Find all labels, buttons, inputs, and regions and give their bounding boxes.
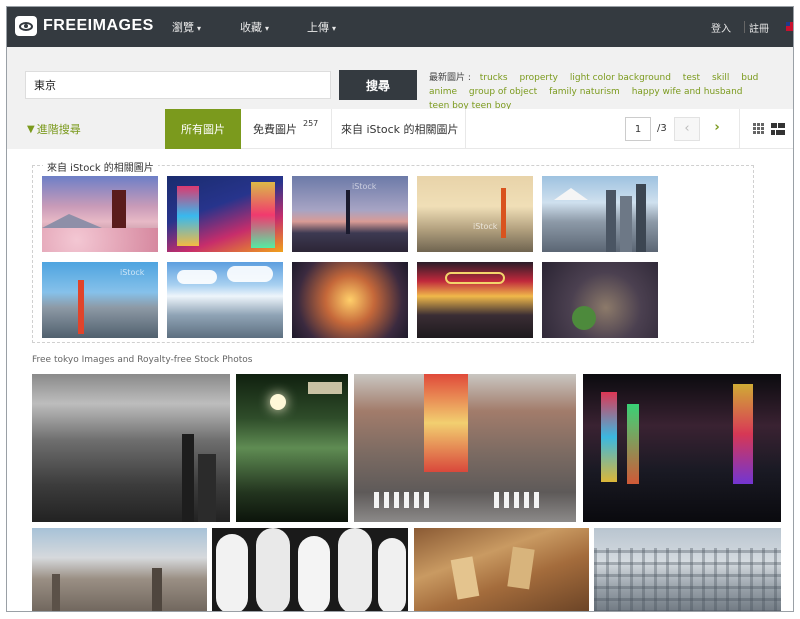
page-number-input[interactable] [625, 117, 651, 141]
site-logo[interactable]: FREEIMAGES [15, 16, 154, 36]
tab-all-images[interactable]: 所有圖片 [165, 109, 241, 149]
prev-page-button[interactable]: ‹ [674, 117, 700, 141]
free-image-thumbnail[interactable] [354, 374, 576, 522]
free-count-badge: 257 [303, 118, 319, 128]
caret-down-icon: ▾ [332, 24, 337, 33]
search-button[interactable]: 搜尋 [339, 70, 417, 100]
latest-tag[interactable]: group of object [469, 87, 537, 97]
next-page-button[interactable]: › [707, 117, 727, 141]
latest-images-tags: 最新圖片 : trucks property light color backg… [429, 71, 779, 113]
istock-thumbnail[interactable]: iStock [292, 176, 408, 252]
browser-frame: FREEIMAGES 瀏覽▾ 收藏▾ 上傳▾ 登入 註冊 搜尋 最新圖片 : t… [6, 6, 794, 612]
istock-thumbnail[interactable]: iStock [417, 176, 533, 252]
page-total: /3 [657, 123, 667, 134]
grid-view-icon[interactable] [753, 123, 765, 135]
camera-eye-icon [15, 16, 37, 36]
istock-section-title: 來自 iStock 的相關圖片 [43, 159, 158, 174]
latest-tag[interactable]: anime [429, 87, 457, 97]
language-flag-icon[interactable] [786, 22, 793, 31]
istock-thumbnail[interactable] [42, 176, 158, 252]
free-image-thumbnail[interactable] [32, 528, 207, 611]
istock-thumbnail[interactable] [292, 262, 408, 338]
free-image-thumbnail[interactable] [212, 528, 408, 611]
istock-thumbnail[interactable]: iStock [42, 262, 158, 338]
istock-watermark: iStock [120, 268, 145, 277]
istock-thumbnail[interactable] [167, 262, 283, 338]
tab-free-label: 免費圖片 [253, 123, 297, 136]
latest-tag[interactable]: happy wife and husband [632, 87, 743, 97]
browse-menu[interactable]: 瀏覽 ▾ [172, 19, 201, 35]
search-input[interactable] [25, 71, 331, 99]
caret-down-icon: ▾ [197, 24, 202, 33]
free-image-thumbnail[interactable] [236, 374, 348, 522]
istock-watermark: iStock [352, 182, 377, 191]
istock-watermark: iStock [473, 222, 498, 231]
tab-divider [331, 109, 332, 149]
latest-tag[interactable]: light color background [570, 73, 671, 83]
free-image-thumbnail[interactable] [32, 374, 230, 522]
tab-istock-related[interactable]: 來自 iStock 的相關圖片 [341, 109, 459, 149]
collections-menu[interactable]: 收藏 ▾ [240, 19, 269, 35]
latest-tag[interactable]: test [683, 73, 700, 83]
latest-tag[interactable]: bud [741, 73, 758, 83]
chevron-left-icon: ‹ [684, 121, 690, 136]
free-images-heading: Free tokyo Images and Royalty-free Stock… [32, 355, 253, 365]
upload-menu[interactable]: 上傳 ▾ [307, 19, 336, 35]
latest-tag[interactable]: skill [712, 73, 729, 83]
filter-funnel-icon: ▼ [27, 123, 35, 135]
advanced-search-toggle[interactable]: ▼ 進階搜尋 [7, 109, 165, 149]
mosaic-view-icon[interactable] [771, 123, 785, 135]
view-divider [739, 109, 740, 149]
caret-down-icon: ▾ [265, 24, 270, 33]
istock-thumbnail[interactable] [542, 176, 658, 252]
search-bar-area: 搜尋 最新圖片 : trucks property light color ba… [7, 47, 793, 111]
tab-divider [465, 109, 466, 149]
free-image-thumbnail[interactable] [583, 374, 781, 522]
latest-tag[interactable]: family naturism [549, 87, 620, 97]
latest-label: 最新圖片 : [429, 73, 471, 83]
login-link[interactable]: 登入 [711, 20, 731, 35]
istock-thumbnail[interactable] [167, 176, 283, 252]
filter-tabs-row: ▼進階搜尋 所有圖片 免費圖片257 來自 iStock 的相關圖片 /3 ‹ … [7, 109, 793, 149]
advanced-search-label: 進階搜尋 [36, 123, 81, 136]
upload-label: 上傳 [307, 21, 329, 34]
chevron-right-icon: › [714, 120, 720, 135]
istock-thumbnail[interactable] [417, 262, 533, 338]
brand-name: FREEIMAGES [43, 17, 154, 34]
register-link[interactable]: 註冊 [749, 20, 769, 35]
istock-related-section: 來自 iStock 的相關圖片 iStock iStock iStock [32, 159, 754, 343]
free-image-thumbnail[interactable] [414, 528, 589, 611]
nav-divider [744, 21, 745, 33]
top-navbar: FREEIMAGES 瀏覽 ▾ 收藏 ▾ 上傳 ▾ 登入 註冊 [7, 7, 793, 47]
collections-label: 收藏 [240, 21, 262, 34]
free-image-thumbnail[interactable] [594, 528, 781, 611]
latest-tag[interactable]: property [519, 73, 558, 83]
tab-free-images[interactable]: 免費圖片 257 [253, 109, 318, 149]
browse-label: 瀏覽 [172, 21, 194, 34]
istock-thumbnail[interactable] [542, 262, 658, 338]
latest-tag[interactable]: trucks [480, 73, 508, 83]
